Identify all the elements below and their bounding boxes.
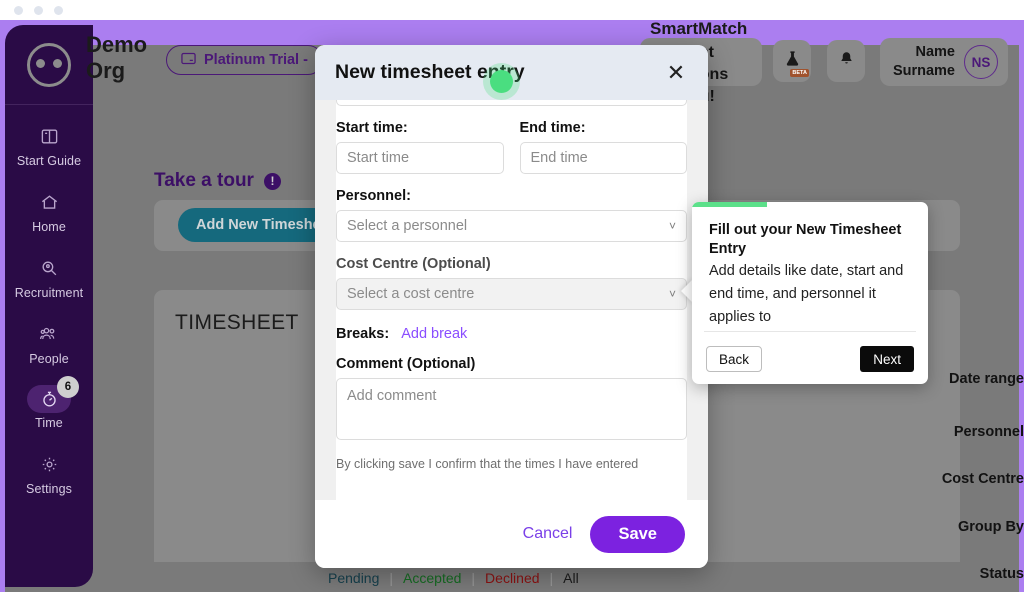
gear-icon xyxy=(30,449,68,479)
profile-last-name: Surname xyxy=(892,63,955,79)
end-time-label: End time: xyxy=(519,120,586,136)
coachmark-popover: Fill out your New Timesheet Entry Add de… xyxy=(692,202,928,384)
status-option-accepted[interactable]: Accepted xyxy=(393,570,471,586)
comment-textarea[interactable]: Add comment xyxy=(336,378,687,440)
start-time-input[interactable]: Start time xyxy=(336,142,504,174)
window-minimize-dot[interactable] xyxy=(34,6,43,15)
comment-label: Comment (Optional) xyxy=(336,356,476,372)
coachmark-progress-bar xyxy=(692,202,767,207)
window-close-dot[interactable] xyxy=(14,6,23,15)
end-time-placeholder: End time xyxy=(530,150,588,166)
screen: Start Guide Home Recruitment People 6 Ti… xyxy=(0,0,1024,592)
end-time-input[interactable]: End time xyxy=(519,142,687,174)
coachmark-next-button[interactable]: Next xyxy=(860,346,914,372)
modal-form: DD/MM/YYYY Start time: Start time End ti… xyxy=(336,100,687,472)
sidebar-item-label: Recruitment xyxy=(14,286,84,300)
sidebar-item-recruitment[interactable]: Recruitment xyxy=(5,253,93,301)
smartmatch-title: SmartMatch xyxy=(650,19,748,38)
coachmark-divider xyxy=(704,331,916,332)
window-controls xyxy=(14,6,63,15)
time-badge-count: 6 xyxy=(57,376,79,398)
bell-icon xyxy=(839,50,854,72)
cursor-indicator xyxy=(490,70,513,93)
sidebar-item-label: Settings xyxy=(26,482,72,496)
sidebar-nav: Start Guide Home Recruitment People 6 Ti… xyxy=(5,121,93,515)
add-break-link[interactable]: Add break xyxy=(401,326,467,342)
status-option-all[interactable]: All xyxy=(553,570,589,586)
sidebar: Start Guide Home Recruitment People 6 Ti… xyxy=(5,25,93,587)
sidebar-item-label: Home xyxy=(32,220,66,234)
chevron-down-icon: ˅ xyxy=(668,287,676,301)
trial-badge[interactable]: Platinum Trial - xyxy=(166,45,323,75)
coachmark-body: Add details like date, start and end tim… xyxy=(709,263,904,325)
target-logo-icon xyxy=(27,42,71,87)
beta-lab-button[interactable]: BETA xyxy=(773,40,811,82)
take-a-tour[interactable]: Take a tour ! xyxy=(154,170,281,192)
modal-body: DD/MM/YYYY Start time: Start time End ti… xyxy=(336,100,687,545)
personnel-placeholder: Select a personnel xyxy=(347,218,468,234)
modal-header: New timesheet entry ✕ xyxy=(315,45,708,100)
cancel-button[interactable]: Cancel xyxy=(523,525,573,543)
people-icon xyxy=(30,319,68,349)
timesheet-heading: TIMESHEET xyxy=(175,311,299,334)
sidebar-item-settings[interactable]: Settings xyxy=(5,449,93,497)
chevron-down-icon: ˅ xyxy=(668,219,676,233)
profile-first-name: Name xyxy=(915,44,956,60)
save-button[interactable]: Save xyxy=(590,515,685,553)
breaks-label: Breaks: xyxy=(336,326,390,342)
book-icon xyxy=(30,121,68,151)
save-fineprint: By clicking save I confirm that the time… xyxy=(336,457,639,471)
cost-centre-label: Cost Centre (Optional) xyxy=(336,256,491,272)
sidebar-item-label: Start Guide xyxy=(16,154,82,168)
sidebar-item-time[interactable]: 6 Time xyxy=(5,376,93,431)
filter-label-group-by: Group By xyxy=(957,519,1024,535)
start-time-placeholder: Start time xyxy=(347,150,410,166)
filter-label-status: Status xyxy=(979,566,1024,582)
breaks-row: Breaks: Add break xyxy=(336,326,687,342)
cost-centre-placeholder: Select a cost centre xyxy=(347,286,475,302)
cost-centre-select[interactable]: Select a cost centre ˅ xyxy=(336,278,687,310)
tour-title: Take a tour xyxy=(154,170,254,191)
filter-label-cost-centre: Cost Centre xyxy=(941,471,1024,487)
search-person-icon xyxy=(30,253,68,283)
status-option-declined[interactable]: Declined xyxy=(475,570,549,586)
avatar: NS xyxy=(964,45,998,79)
window-maximize-dot[interactable] xyxy=(54,6,63,15)
filter-label-personnel: Personnel xyxy=(953,424,1024,440)
sidebar-item-start-guide[interactable]: Start Guide xyxy=(5,121,93,169)
user-profile-button[interactable]: Name Surname NS xyxy=(880,38,1008,86)
close-icon[interactable]: ✕ xyxy=(664,61,688,85)
home-icon xyxy=(30,187,68,217)
personnel-select[interactable]: Select a personnel ˅ xyxy=(336,210,687,242)
sidebar-item-label: Time xyxy=(35,416,63,430)
trial-label: Platinum Trial - xyxy=(204,52,308,68)
card-icon xyxy=(181,52,196,69)
start-time-label: Start time: xyxy=(336,120,408,136)
beta-tag-label: BETA xyxy=(790,69,809,77)
modal-footer: Cancel Save xyxy=(315,500,708,568)
org-logo[interactable] xyxy=(5,25,93,105)
new-timesheet-modal: New timesheet entry ✕ DD/MM/YYYY Start t… xyxy=(315,45,708,568)
org-name: Demo Org xyxy=(86,32,148,83)
notifications-button[interactable] xyxy=(827,40,865,82)
info-icon[interactable]: ! xyxy=(263,172,281,190)
coachmark-title: Fill out your New Timesheet Entry xyxy=(709,222,902,257)
status-filter-group: Pending | Accepted | Declined | All xyxy=(318,570,589,586)
comment-placeholder: Add comment xyxy=(347,388,437,404)
coachmark-back-button[interactable]: Back xyxy=(706,346,763,372)
sidebar-item-label: People xyxy=(29,352,69,366)
status-option-pending[interactable]: Pending xyxy=(318,570,389,586)
personnel-label: Personnel: xyxy=(336,188,411,204)
sidebar-item-people[interactable]: People xyxy=(5,319,93,367)
browser-chrome xyxy=(0,0,1024,20)
sidebar-item-home[interactable]: Home xyxy=(5,187,93,235)
profile-name: Name Surname xyxy=(893,43,955,81)
